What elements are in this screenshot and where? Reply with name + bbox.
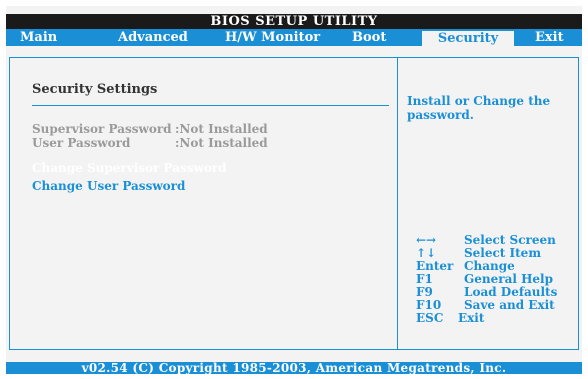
panel-divider — [397, 58, 398, 349]
tab-hw-monitor[interactable]: H/W Monitor — [225, 29, 320, 46]
key-desc: Exit — [458, 311, 485, 325]
copyright-footer: v02.54 (C) Copyright 1985-2003, American… — [6, 362, 582, 374]
change-supervisor-password-item[interactable]: Change Supervisor Password — [32, 161, 227, 175]
help-text: Install or Change the password. — [407, 94, 551, 122]
supervisor-password-status: :Not Installed — [175, 122, 268, 136]
user-password-label: User Password — [32, 136, 131, 150]
settings-panel: Security Settings Supervisor Password :N… — [9, 57, 579, 350]
supervisor-password-label: Supervisor Password — [32, 122, 172, 136]
tab-boot[interactable]: Boot — [352, 29, 386, 46]
user-password-status: :Not Installed — [175, 136, 268, 150]
tab-exit[interactable]: Exit — [535, 29, 564, 46]
section-title: Security Settings — [32, 82, 158, 97]
key-name: ESC — [416, 311, 444, 325]
key-legend: ←→ Select Screen ↑↓ Select Item Enter Ch… — [416, 234, 576, 325]
tab-advanced[interactable]: Advanced — [118, 29, 188, 46]
change-user-password-item[interactable]: Change User Password — [32, 179, 185, 193]
bios-frame: BIOS SETUP UTILITY Main Advanced H/W Mon… — [6, 6, 582, 374]
bios-title: BIOS SETUP UTILITY — [6, 14, 582, 29]
tab-main[interactable]: Main — [20, 29, 57, 46]
section-rule — [32, 105, 389, 106]
key-row: ESC Exit — [416, 312, 576, 325]
tab-security[interactable]: Security — [422, 31, 514, 46]
menu-bar: Main Advanced H/W Monitor Boot Security … — [6, 29, 582, 46]
